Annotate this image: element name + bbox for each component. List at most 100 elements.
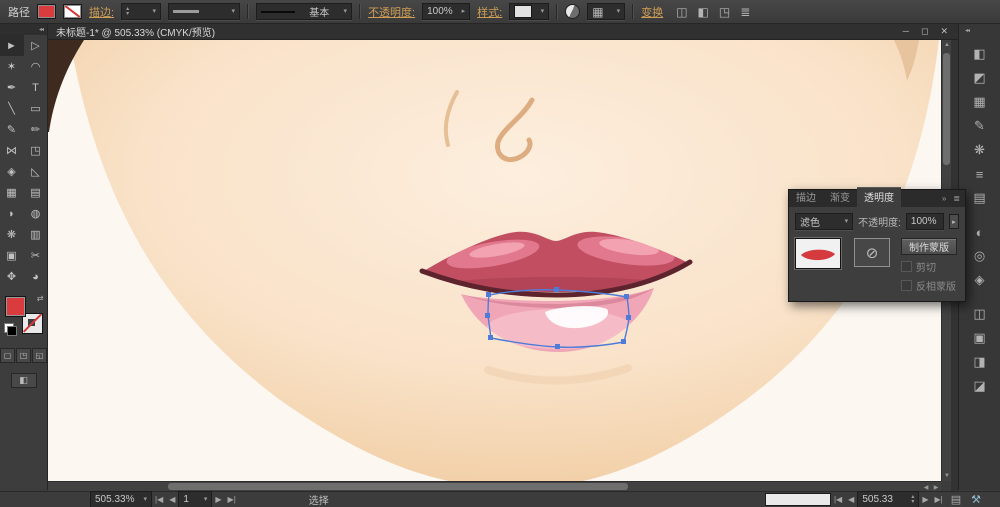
anchor-point[interactable]: [554, 287, 559, 292]
shape-builder-tool[interactable]: ◈: [0, 161, 24, 182]
blend-mode-combo[interactable]: 滤色 ▾: [795, 213, 853, 230]
direct-selection-tool[interactable]: ▷: [24, 35, 48, 56]
symbol-sprayer-tool[interactable]: ❋: [0, 224, 24, 245]
document-setup-combo[interactable]: ▦▾: [587, 3, 625, 20]
line-segment-tool[interactable]: ╲: [0, 98, 24, 119]
right-zoom-combo[interactable]: 505.33: [857, 491, 919, 507]
make-mask-button[interactable]: 制作蒙版: [901, 238, 957, 255]
swap-fill-stroke-icon[interactable]: ⇄: [37, 294, 44, 303]
fill-indicator[interactable]: [5, 296, 26, 317]
opacity-slider-icon[interactable]: ▸: [949, 214, 959, 229]
last-artboard-button[interactable]: ▶|: [225, 495, 239, 504]
tab-gradient[interactable]: 渐变: [823, 187, 857, 207]
artboard-number-combo[interactable]: 1 ▾: [178, 491, 212, 507]
anchor-point[interactable]: [626, 315, 631, 320]
width-tool[interactable]: ⋈: [0, 140, 24, 161]
perspective-grid-tool[interactable]: ◺: [24, 161, 48, 182]
opacity-link[interactable]: 不透明度:: [368, 4, 415, 20]
symbols-panel-icon[interactable]: ❋: [968, 138, 992, 162]
lasso-tool[interactable]: ◠: [24, 56, 48, 77]
anchor-point[interactable]: [624, 294, 629, 299]
brush-definition-combo[interactable]: 基本▾: [256, 3, 352, 20]
mesh-tool[interactable]: ▦: [0, 182, 24, 203]
tab-transparency[interactable]: 透明度: [857, 187, 901, 207]
right-nav-next-button[interactable]: ▶: [919, 495, 931, 504]
right-nav-first-button[interactable]: |◀: [831, 495, 845, 504]
draw-inside-mode[interactable]: ◱: [32, 348, 47, 363]
color-panel-icon[interactable]: ◧: [968, 42, 992, 66]
first-artboard-button[interactable]: |◀: [152, 495, 166, 504]
draw-behind-mode[interactable]: ◳: [16, 348, 31, 363]
stroke-color-swatch[interactable]: [63, 4, 82, 19]
blend-tool[interactable]: ◍: [24, 203, 48, 224]
recolor-artwork-icon[interactable]: [565, 4, 580, 19]
anchor-point[interactable]: [555, 344, 560, 349]
free-transform-tool[interactable]: ◳: [24, 140, 48, 161]
pathfinder-panel-icon[interactable]: ◪: [968, 374, 992, 398]
opacity-combo[interactable]: 100%▸: [422, 3, 470, 20]
document-tab-title[interactable]: 未标题-1* @ 505.33% (CMYK/预览): [56, 24, 215, 39]
panel-collapse-icon[interactable]: »: [942, 194, 946, 203]
next-artboard-button[interactable]: ▶: [212, 495, 224, 504]
stroke-profile-combo[interactable]: ▾: [168, 3, 240, 20]
draw-normal-mode[interactable]: ▢: [0, 348, 15, 363]
rectangle-tool[interactable]: ▭: [24, 98, 48, 119]
brushes-panel-icon[interactable]: ✎: [968, 114, 992, 138]
panel-menu-icon[interactable]: ≣: [953, 194, 960, 203]
screen-mode-button[interactable]: ◧: [11, 373, 37, 388]
type-tool[interactable]: T: [24, 77, 48, 98]
close-button[interactable]: ✕: [940, 27, 948, 36]
pencil-tool[interactable]: ✏: [24, 119, 48, 140]
anchor-point[interactable]: [486, 292, 491, 297]
tools-collapse-icon[interactable]: ◂◂: [0, 24, 47, 35]
distribute-icon[interactable]: ◳: [719, 6, 730, 18]
artboard-tool[interactable]: ▣: [0, 245, 24, 266]
horizontal-align-icon[interactable]: ◫: [676, 6, 687, 18]
panel-opacity-combo[interactable]: 100%: [906, 213, 944, 230]
gradient-tool[interactable]: ▤: [24, 182, 48, 203]
status-input-field[interactable]: [765, 493, 831, 506]
style-combo[interactable]: ▾: [509, 3, 549, 20]
stroke-link[interactable]: 描边:: [89, 4, 114, 20]
keyboard-icon[interactable]: ▤: [946, 493, 966, 506]
slice-tool[interactable]: ✂: [24, 245, 48, 266]
fill-color-swatch[interactable]: [37, 4, 56, 19]
minimize-button[interactable]: ─: [903, 27, 909, 36]
wrench-icon[interactable]: ⚒: [966, 493, 986, 506]
default-fill-stroke-icon[interactable]: [4, 323, 14, 333]
mask-thumbnail[interactable]: ⊘: [854, 238, 890, 267]
swatches-panel-icon[interactable]: ▦: [968, 90, 992, 114]
object-thumbnail[interactable]: [795, 238, 841, 269]
artboards-panel-icon[interactable]: ▣: [968, 326, 992, 350]
style-link[interactable]: 样式:: [477, 4, 502, 20]
invert-mask-checkbox[interactable]: [901, 280, 912, 291]
column-graph-tool[interactable]: ▥: [24, 224, 48, 245]
transparency-panel-icon[interactable]: ◐: [968, 220, 992, 244]
pen-tool[interactable]: ✒: [0, 77, 24, 98]
stroke-weight-stepper[interactable]: ▾: [121, 3, 161, 20]
hand-tool[interactable]: ✥: [0, 266, 24, 287]
horizontal-scrollbar-thumb[interactable]: [168, 483, 628, 490]
right-nav-last-button[interactable]: ▶|: [931, 495, 945, 504]
stepper-arrows-icon[interactable]: [911, 495, 914, 505]
previous-artboard-button[interactable]: ◀: [166, 495, 178, 504]
paintbrush-tool[interactable]: ✎: [0, 119, 24, 140]
layers-panel-icon[interactable]: ◫: [968, 302, 992, 326]
anchor-point[interactable]: [488, 335, 493, 340]
transform-link[interactable]: 变换: [641, 4, 663, 20]
align-panel-icon[interactable]: ◨: [968, 350, 992, 374]
stepper-arrows-icon[interactable]: [126, 7, 129, 17]
selection-tool[interactable]: ►: [0, 35, 24, 56]
vertical-scrollbar-thumb[interactable]: [943, 53, 950, 165]
stroke-panel-icon[interactable]: ≡: [968, 162, 992, 186]
control-menu-icon[interactable]: ≣: [740, 6, 750, 18]
restore-button[interactable]: ◻: [921, 27, 928, 36]
magic-wand-tool[interactable]: ✶: [0, 56, 24, 77]
zoom-combo[interactable]: 505.33% ▾: [90, 491, 152, 507]
color-guide-panel-icon[interactable]: ◩: [968, 66, 992, 90]
anchor-point[interactable]: [485, 313, 490, 318]
graphic-styles-panel-icon[interactable]: ◈: [968, 268, 992, 292]
gradient-panel-icon[interactable]: ▤: [968, 186, 992, 210]
tab-stroke[interactable]: 描边: [789, 187, 823, 207]
eyedropper-tool[interactable]: ◗: [0, 203, 24, 224]
